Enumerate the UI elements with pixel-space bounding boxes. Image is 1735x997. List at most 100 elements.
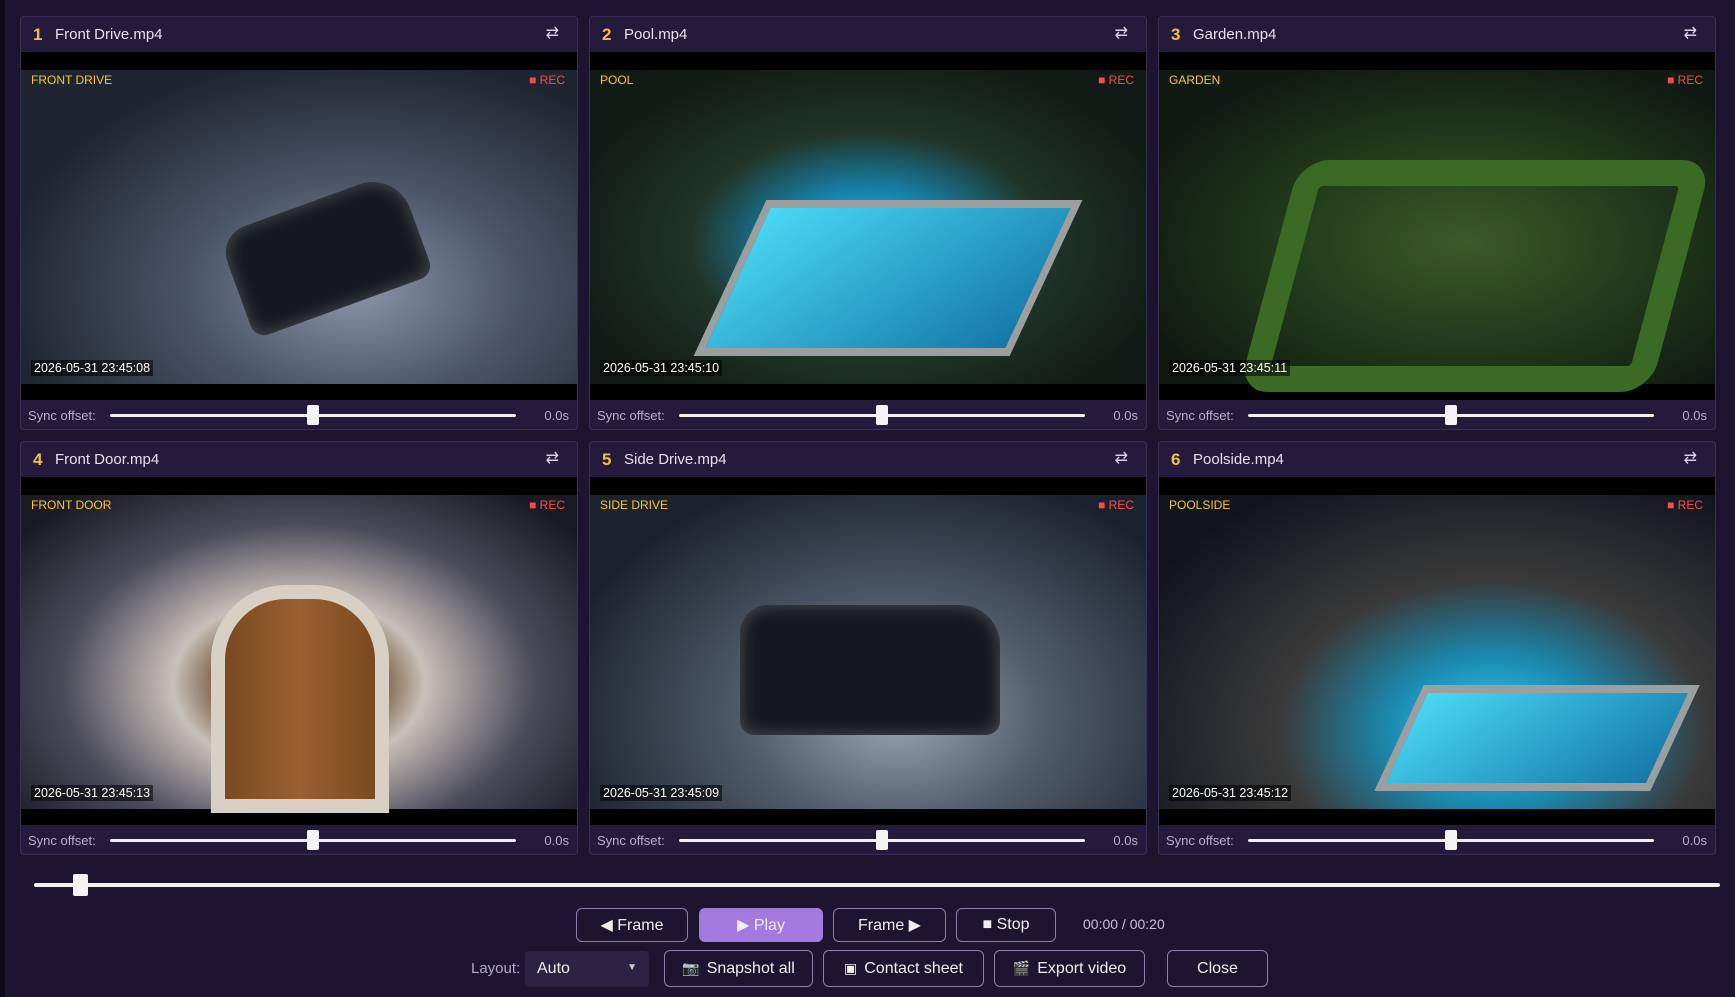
panel-number: 2 [602,24,612,44]
stop-button[interactable]: ■ Stop [956,908,1056,942]
panel-number: 4 [33,449,43,469]
rec-indicator: ■ REC [1098,73,1134,87]
video-image [21,495,577,813]
car-shape [217,170,435,340]
prev-frame-button[interactable]: ◀ Frame [576,908,688,942]
timeline-thumb[interactable] [72,874,88,896]
timestamp-overlay: 2026-05-31 23:45:11 [1169,360,1291,376]
sync-offset-label: Sync offset: [1166,832,1234,848]
slider-thumb[interactable] [307,405,319,425]
sync-offset-row: Sync offset: 0.0s [21,401,577,429]
swap-icon[interactable]: ⇄ [1115,23,1128,43]
sync-offset-slider[interactable] [110,405,516,425]
timestamp-overlay: 2026-05-31 23:45:08 [31,360,154,376]
next-frame-button[interactable]: Frame ▶ [833,908,946,942]
video-frame[interactable]: FRONT DOOR ■ REC 2026-05-31 23:45:13 [21,477,577,825]
sync-offset-slider[interactable] [679,405,1085,425]
playback-time: 00:00 / 00:20 [1083,916,1165,932]
export-video-button[interactable]: 🎬 Export video [994,950,1145,987]
swap-icon[interactable]: ⇄ [546,448,559,468]
sync-offset-slider[interactable] [1248,405,1654,425]
sync-offset-slider[interactable] [679,830,1085,850]
sync-offset-row: Sync offset: 0.0s [590,826,1146,854]
slider-thumb[interactable] [1445,405,1457,425]
camera-label: FRONT DRIVE [31,73,113,87]
panel-title-bar: 1 Front Drive.mp4 ⇄ [21,17,577,52]
swap-icon[interactable]: ⇄ [546,23,559,43]
video-image [590,495,1146,809]
slider-thumb[interactable] [307,830,319,850]
sync-offset-row: Sync offset: 0.0s [21,826,577,854]
sync-offset-value: 0.0s [1113,407,1138,423]
panel-title-bar: 5 Side Drive.mp4 ⇄ [590,442,1146,477]
video-panel-1: 1 Front Drive.mp4 ⇄ FRONT DRIVE ■ REC 20… [20,16,578,430]
swap-icon[interactable]: ⇄ [1684,23,1697,43]
clapperboard-icon: 🎬 [1012,960,1031,976]
panel-filename: Front Door.mp4 [55,451,160,468]
panel-number: 3 [1171,24,1181,44]
slider-thumb[interactable] [1445,830,1457,850]
sync-offset-value: 0.0s [1682,407,1707,423]
sync-offset-value: 0.0s [1682,832,1707,848]
rec-indicator: ■ REC [529,73,565,87]
layout-select-value: Auto [537,960,570,977]
timestamp-overlay: 2026-05-31 23:45:13 [31,785,154,801]
panel-filename: Poolside.mp4 [1193,451,1284,468]
panel-number: 1 [33,24,43,44]
panel-number: 6 [1171,449,1181,469]
camera-label: GARDEN [1169,73,1221,87]
video-frame[interactable]: GARDEN ■ REC 2026-05-31 23:45:11 [1159,52,1715,400]
panel-title-bar: 3 Garden.mp4 ⇄ [1159,17,1715,52]
swap-icon[interactable]: ⇄ [1115,448,1128,468]
video-image [21,70,577,384]
export-video-label: Export video [1037,959,1127,977]
layout-select[interactable]: Auto ▼ [525,951,649,987]
sync-offset-label: Sync offset: [28,832,96,848]
snapshot-all-label: Snapshot all [706,959,795,977]
swap-icon[interactable]: ⇄ [1684,448,1697,468]
door-shape [211,585,389,813]
slider-thumb[interactable] [876,830,888,850]
hedge-shape [1237,160,1713,392]
snapshot-all-button[interactable]: 📷 Snapshot all [664,950,813,987]
slider-thumb[interactable] [876,405,888,425]
camera-label: FRONT DOOR [31,498,112,512]
rec-indicator: ■ REC [1667,73,1703,87]
timeline-slider[interactable] [34,874,1720,896]
video-panel-6: 6 Poolside.mp4 ⇄ POOLSIDE ■ REC 2026-05-… [1158,441,1716,855]
panel-filename: Pool.mp4 [624,26,688,43]
sync-offset-label: Sync offset: [597,832,665,848]
window-left-edge [0,0,5,997]
video-image [1159,70,1715,392]
video-panel-5: 5 Side Drive.mp4 ⇄ SIDE DRIVE ■ REC 2026… [589,441,1147,855]
play-button[interactable]: ▶ Play [699,908,823,942]
pool-shape [693,200,1083,356]
rec-indicator: ■ REC [529,498,565,512]
car-shape [740,605,1000,735]
video-frame[interactable]: SIDE DRIVE ■ REC 2026-05-31 23:45:09 [590,477,1146,825]
sync-offset-row: Sync offset: 0.0s [590,401,1146,429]
sync-offset-slider[interactable] [1248,830,1654,850]
panel-filename: Side Drive.mp4 [624,451,727,468]
camera-label: SIDE DRIVE [600,498,669,512]
sync-offset-value: 0.0s [1113,832,1138,848]
video-image [590,70,1146,384]
sync-offset-value: 0.0s [544,407,569,423]
sync-offset-label: Sync offset: [1166,407,1234,423]
video-frame[interactable]: POOLSIDE ■ REC 2026-05-31 23:45:12 [1159,477,1715,825]
video-frame[interactable]: POOL ■ REC 2026-05-31 23:45:10 [590,52,1146,400]
timestamp-overlay: 2026-05-31 23:45:09 [600,785,723,801]
close-button[interactable]: Close [1167,950,1268,987]
panel-number: 5 [602,449,612,469]
camera-label: POOLSIDE [1169,498,1231,512]
video-frame[interactable]: FRONT DRIVE ■ REC 2026-05-31 23:45:08 [21,52,577,400]
video-image [1159,495,1715,809]
panel-filename: Front Drive.mp4 [55,26,163,43]
sync-offset-slider[interactable] [110,830,516,850]
camera-label: POOL [600,73,634,87]
video-panel-2: 2 Pool.mp4 ⇄ POOL ■ REC 2026-05-31 23:45… [589,16,1147,430]
contact-sheet-button[interactable]: ▣ Contact sheet [823,950,984,987]
panel-title-bar: 2 Pool.mp4 ⇄ [590,17,1146,52]
contact-sheet-label: Contact sheet [864,959,963,977]
video-panel-4: 4 Front Door.mp4 ⇄ FRONT DOOR ■ REC 2026… [20,441,578,855]
